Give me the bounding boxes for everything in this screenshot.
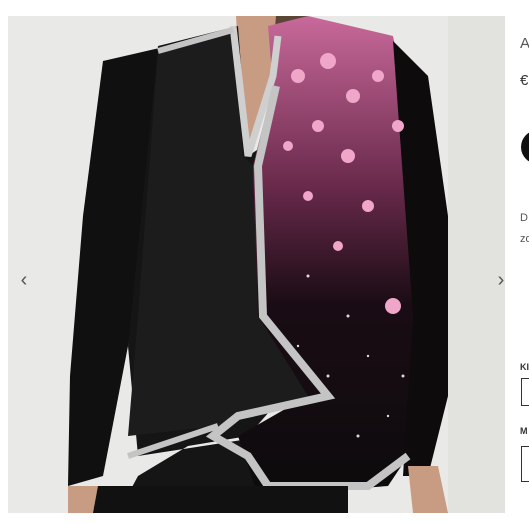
product-details-panel: A € D zo KI M	[516, 0, 529, 523]
product-photo	[8, 16, 505, 513]
description-line: D	[520, 212, 528, 224]
gallery-next-button[interactable]: ›	[491, 266, 505, 294]
product-price: €	[520, 72, 529, 89]
product-title: A	[520, 35, 529, 52]
option-label-k: KI	[520, 362, 529, 372]
option-label-m: M	[520, 426, 528, 436]
option-selector[interactable]	[521, 378, 529, 406]
description-line: zo	[520, 233, 529, 245]
action-button[interactable]	[521, 130, 529, 164]
chevron-right-icon: ›	[497, 268, 505, 291]
option-selector[interactable]	[521, 446, 529, 482]
chevron-left-icon: ‹	[20, 268, 28, 291]
product-description: D zo	[520, 208, 529, 250]
gallery-prev-button[interactable]: ‹	[14, 266, 34, 294]
product-image-gallery[interactable]: ‹ ›	[8, 16, 505, 513]
